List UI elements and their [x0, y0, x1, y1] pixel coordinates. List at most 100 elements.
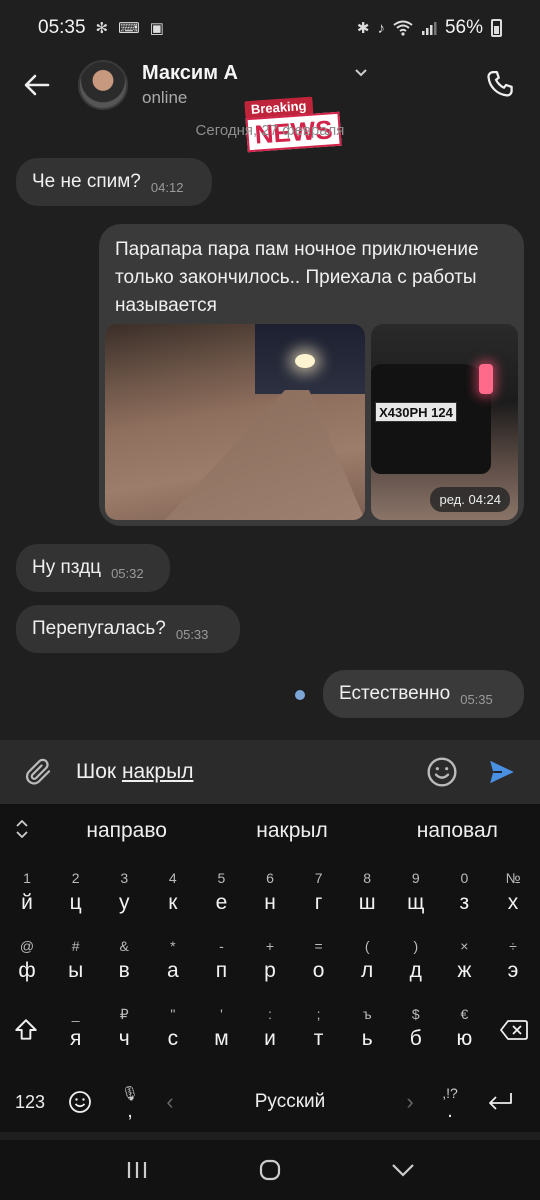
key-letter: б — [409, 1027, 422, 1050]
keyboard-row-bottom: 123 🎙 , ‹ Русский › ,!? . — [0, 1074, 540, 1130]
suggestion-item[interactable]: наповал — [375, 819, 540, 843]
key-ж[interactable]: × ж — [440, 932, 489, 992]
status-bar: 05:35 ✻ ⌨ ▣ ✱ ♪ 56% — [0, 0, 540, 56]
shift-icon — [14, 1019, 37, 1040]
key-а[interactable]: * а — [149, 932, 198, 992]
key-symbol: = — [314, 938, 323, 954]
photo-car-in-snow[interactable]: X430PH 124 ред. 04:24 — [371, 324, 518, 520]
key-м[interactable]: ' м — [197, 1000, 246, 1060]
key-в[interactable]: & в — [100, 932, 149, 992]
key-ю[interactable]: € ю — [440, 1000, 489, 1060]
key-ы[interactable]: # ы — [51, 932, 100, 992]
home-icon — [259, 1159, 281, 1181]
key-letter: ч — [118, 1027, 130, 1050]
key-ф[interactable]: @ ф — [3, 932, 52, 992]
space-key[interactable]: Русский — [190, 1091, 390, 1113]
numbers-key[interactable]: 123 — [10, 1092, 50, 1113]
message-input[interactable]: Шок накрыл — [76, 760, 193, 784]
call-button[interactable] — [478, 62, 522, 106]
message-outgoing[interactable]: Естественно 05:35 — [323, 670, 524, 718]
key-symbol: + — [265, 938, 275, 954]
message-time: 04:12 — [150, 180, 184, 195]
period-label: . — [447, 1100, 453, 1122]
key-д[interactable]: ) д — [391, 932, 440, 992]
key-г[interactable]: 7г — [294, 864, 343, 924]
key-letter: в — [118, 959, 130, 982]
shift-key[interactable] — [0, 1000, 51, 1060]
avatar[interactable] — [78, 60, 128, 110]
key-ц[interactable]: 2ц — [51, 864, 100, 924]
key-letter: к — [168, 891, 178, 914]
key-symbol: _ — [71, 1006, 80, 1022]
chevron-right-icon[interactable]: › — [390, 1089, 430, 1115]
enter-key[interactable] — [470, 1091, 530, 1113]
message-outgoing-with-photos[interactable]: Парапара пара пам ночное приключение тол… — [99, 224, 524, 526]
send-button[interactable] — [482, 752, 522, 792]
key-р[interactable]: + р — [246, 932, 295, 992]
key-б[interactable]: $ б — [391, 1000, 440, 1060]
key-symbol: ÷ — [509, 938, 517, 954]
key-н[interactable]: 6н — [246, 864, 295, 924]
key-symbol: № — [505, 870, 521, 886]
keyboard-row-3: _ я ₽ ч " с ' м: и; т ъ ь $ б € ю — [0, 1000, 540, 1060]
suggestion-expand-icon[interactable] — [0, 819, 44, 843]
contact-info[interactable]: Максим А online — [142, 62, 238, 108]
key-к[interactable]: 4к — [149, 864, 198, 924]
suggestion-item[interactable]: накрыл — [209, 819, 374, 843]
smiley-icon — [69, 1091, 91, 1113]
key-о[interactable]: = о — [294, 932, 343, 992]
period-key[interactable]: ,!? . — [430, 1084, 470, 1122]
key-symbol: @ — [19, 938, 35, 954]
emoji-key[interactable] — [50, 1090, 110, 1114]
key-я[interactable]: _ я — [51, 1000, 100, 1060]
comma-label: , — [127, 1100, 133, 1122]
key-symbol: 3 — [120, 870, 129, 886]
key-letter: е — [215, 891, 228, 914]
back-button[interactable] — [12, 60, 62, 110]
key-letter: ц — [69, 891, 82, 914]
photo-snowy-road[interactable] — [105, 324, 366, 520]
key-с[interactable]: " с — [149, 1000, 198, 1060]
key-й[interactable]: 1й — [3, 864, 52, 924]
key-е[interactable]: 5е — [197, 864, 246, 924]
recents-button[interactable] — [117, 1150, 157, 1190]
key-symbol: # — [71, 938, 80, 954]
key-л[interactable]: (л — [343, 932, 392, 992]
key-у[interactable]: 3у — [100, 864, 149, 924]
key-symbol: & — [119, 938, 129, 954]
contact-name: Максим А — [142, 62, 238, 84]
key-щ[interactable]: 9щ — [391, 864, 440, 924]
key-letter: г — [314, 891, 323, 914]
chevron-left-icon[interactable]: ‹ — [150, 1089, 190, 1115]
attach-button[interactable] — [14, 747, 64, 797]
emoji-button[interactable] — [422, 752, 462, 792]
comma-mic-key[interactable]: 🎙 , — [110, 1084, 150, 1122]
message-incoming[interactable]: Ну пздц 05:32 — [16, 544, 170, 592]
message-text: Естественно — [339, 683, 451, 704]
message-text: Че не спим? — [32, 171, 141, 192]
key-symbol: × — [460, 938, 469, 954]
chevron-down-icon[interactable] — [354, 66, 368, 81]
key-symbol: 6 — [266, 870, 274, 886]
message-incoming[interactable]: Че не спим? 04:12 — [16, 158, 212, 206]
back-nav-button[interactable] — [383, 1150, 423, 1190]
keyboard-row-1: 1 й 2 ц 3 у 4 к 5 е 6 н 7 г 8 ш 9 щ 0 з № х — [0, 864, 540, 924]
key-ч[interactable]: ₽ ч — [100, 1000, 149, 1060]
key-symbol: ' — [220, 1006, 223, 1022]
message-incoming[interactable]: Перепугалась? 05:33 — [16, 605, 240, 653]
system-nav-bar — [0, 1140, 540, 1200]
key-п[interactable]: -п — [197, 932, 246, 992]
backspace-key[interactable] — [489, 1000, 540, 1060]
key-х[interactable]: № х — [489, 864, 538, 924]
suggestion-item[interactable]: направо — [44, 819, 209, 843]
key-letter: а — [166, 959, 179, 982]
home-button[interactable] — [250, 1150, 290, 1190]
key-э[interactable]: ÷ э — [489, 932, 538, 992]
key-ш[interactable]: 8ш — [343, 864, 392, 924]
key-и[interactable]: :и — [246, 1000, 295, 1060]
key-letter: н — [264, 891, 276, 914]
key-letter: м — [214, 1027, 229, 1050]
key-з[interactable]: 0з — [440, 864, 489, 924]
key-ь[interactable]: ъь — [343, 1000, 392, 1060]
key-т[interactable]: ; т — [294, 1000, 343, 1060]
